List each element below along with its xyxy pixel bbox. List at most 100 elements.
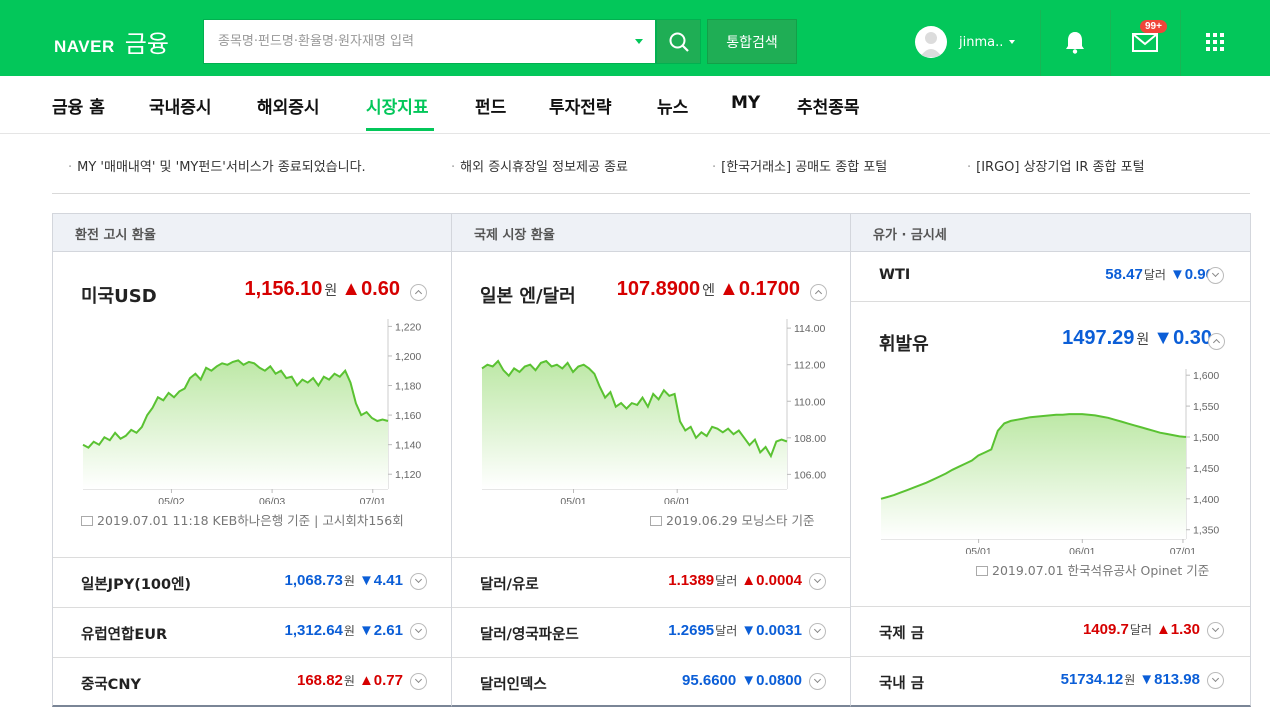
row-unit: 달러	[715, 624, 738, 638]
main-item-value: 1497.29 원 ▼0.30	[1062, 327, 1212, 350]
brand-finance: 금융	[124, 30, 169, 58]
nav-item-my[interactable]: MY	[731, 93, 760, 113]
source-text: 2019.07.01 한국석유공사 Opinet 기준	[992, 563, 1210, 578]
y-tick-label: 1,500	[1193, 432, 1219, 444]
total-search-button[interactable]: 통합검색	[707, 19, 797, 64]
notice-link[interactable]: 해외 증시휴장일 정보제공 종료	[451, 156, 628, 175]
search-button[interactable]	[656, 19, 701, 64]
nav-item-finance-home[interactable]: 금융 홈	[52, 93, 105, 118]
row-name: WTI	[879, 267, 911, 283]
collapse-toggle-icon[interactable]	[410, 284, 427, 301]
x-tick-label: 06/03	[259, 496, 285, 504]
row-value: 168.82원 ▲0.77	[297, 672, 403, 689]
row-name: 유럽연합EUR	[81, 627, 168, 643]
row-number: 168.82	[297, 672, 343, 689]
row-number: 95.6600	[682, 672, 737, 689]
notice-link[interactable]: MY '매매내역' 및 'MY펀드'서비스가 종료되었습니다.	[68, 156, 366, 175]
header-divider	[1180, 10, 1181, 76]
source-text: 2019.06.29 모닝스타 기준	[666, 513, 815, 528]
collapse-toggle-icon[interactable]	[810, 284, 827, 301]
value-number: 107.8900	[616, 278, 701, 300]
main-nav: 금융 홈 국내증시 해외증시 시장지표 펀드 투자전략 뉴스 MY 추천종목	[0, 76, 1270, 134]
main-item-name[interactable]: 미국USD	[81, 282, 157, 308]
x-tick-label: 07/01	[1170, 546, 1196, 554]
expand-toggle-icon[interactable]	[809, 673, 826, 690]
row-change-number: 813.98	[1154, 671, 1200, 688]
avatar	[915, 26, 947, 58]
exchange-rate-panel: 환전 고시 환율 미국USD 1,156.10 원 ▲0.60 1,220 1,200…	[52, 213, 452, 707]
user-menu[interactable]: jinma..	[915, 26, 1016, 58]
main-item-name[interactable]: 일본 엔/달러	[480, 282, 576, 308]
expand-toggle-icon[interactable]	[410, 673, 427, 690]
row-number: 1.1389	[668, 572, 715, 589]
notice-link[interactable]: [한국거래소] 공매도 종합 포털	[712, 156, 887, 175]
search-input[interactable]	[218, 20, 618, 63]
nav-item-recommended[interactable]: 추천종목	[797, 93, 860, 118]
x-tick-label: 07/01	[360, 496, 386, 504]
panel-title: 환전 고시 환율	[53, 214, 451, 252]
change-number: 0.1700	[738, 278, 800, 300]
table-row[interactable]: 달러/유로 1.1389달러 ▲0.0004	[452, 557, 850, 607]
row-change: ▼2.61	[358, 622, 403, 639]
row-change: ▼0.0031	[741, 622, 802, 639]
table-row[interactable]: 중국CNY 168.82원 ▲0.77	[53, 657, 451, 707]
y-tick-label: 1,200	[395, 351, 421, 363]
table-row[interactable]: 일본JPY(100엔) 1,068.73원 ▼4.41	[53, 557, 451, 607]
international-rate-panel: 국제 시장 환율 일본 엔/달러 107.8900 엔 ▲0.1700 114.00…	[451, 213, 851, 707]
x-tick-label: 06/01	[664, 496, 690, 504]
expand-toggle-icon[interactable]	[410, 623, 427, 640]
nav-item-market-index[interactable]: 시장지표	[366, 93, 429, 118]
row-value: 1,312.64원 ▼2.61	[285, 622, 404, 639]
table-row[interactable]: 달러인덱스 95.6600 ▼0.0800	[452, 657, 850, 707]
table-row[interactable]: 달러/영국파운드 1.2695달러 ▼0.0031	[452, 607, 850, 657]
row-change: ▼4.41	[358, 572, 403, 589]
value-change: ▼0.30	[1153, 327, 1212, 349]
row-name: 일본JPY(100엔)	[81, 577, 192, 593]
row-change: ▼813.98	[1139, 671, 1200, 688]
x-tick-label: 05/01	[560, 496, 586, 504]
nav-item-domestic-stock[interactable]: 국내증시	[149, 93, 212, 118]
table-row[interactable]: 국내 금 51734.12원 ▼813.98	[851, 656, 1250, 706]
expand-toggle-icon[interactable]	[410, 573, 427, 590]
row-unit: 달러	[715, 574, 738, 588]
row-change: ▲0.0004	[741, 572, 802, 589]
panel-title: 국제 시장 환율	[452, 214, 850, 252]
y-tick-label: 1,350	[1193, 525, 1219, 537]
value-change: ▲0.1700	[719, 278, 800, 300]
table-row[interactable]: 국제 금 1409.7달러 ▲1.30	[851, 606, 1250, 656]
expand-toggle-icon[interactable]	[1207, 267, 1224, 284]
row-value: 1,068.73원 ▼4.41	[285, 572, 404, 589]
row-number: 1,068.73	[284, 572, 343, 589]
y-tick-label: 1,160	[395, 410, 421, 422]
y-tick-label: 1,550	[1193, 401, 1219, 413]
nav-item-overseas-stock[interactable]: 해외증시	[257, 93, 320, 118]
expand-toggle-icon[interactable]	[809, 623, 826, 640]
series-area	[881, 414, 1186, 539]
services-menu-button[interactable]	[1201, 28, 1229, 56]
expand-toggle-icon[interactable]	[1207, 622, 1224, 639]
row-number: 1,312.64	[284, 622, 343, 639]
collapse-toggle-icon[interactable]	[1208, 333, 1225, 350]
search-dropdown-caret-icon[interactable]	[635, 39, 643, 44]
expand-toggle-icon[interactable]	[1207, 672, 1224, 689]
row-value: 95.6600 ▼0.0800	[682, 672, 802, 689]
nav-item-fund[interactable]: 펀드	[475, 93, 506, 118]
nav-item-news[interactable]: 뉴스	[657, 93, 688, 118]
change-number: 0.60	[361, 278, 400, 300]
row-name: 국제 금	[879, 626, 925, 642]
wti-row[interactable]: WTI 58.47달러 ▼0.96	[851, 252, 1250, 302]
expand-toggle-icon[interactable]	[809, 573, 826, 590]
x-tick-label: 05/02	[158, 496, 184, 504]
user-icon	[920, 32, 942, 57]
value-change: ▲0.60	[341, 278, 400, 300]
x-tick-label: 05/01	[965, 546, 991, 554]
notification-button[interactable]	[1061, 28, 1089, 56]
y-tick-label: 114.00	[794, 323, 825, 335]
main-item-name[interactable]: 휘발유	[879, 330, 929, 356]
panel-title: 유가 · 금시세	[851, 214, 1250, 252]
naver-finance-logo[interactable]: NAVER 금융	[54, 24, 169, 59]
header-divider	[1110, 10, 1111, 76]
notice-link[interactable]: [IRGO] 상장기업 IR 종합 포털	[967, 156, 1144, 175]
nav-item-investment-strategy[interactable]: 투자전략	[549, 93, 612, 118]
table-row[interactable]: 유럽연합EUR 1,312.64원 ▼2.61	[53, 607, 451, 657]
